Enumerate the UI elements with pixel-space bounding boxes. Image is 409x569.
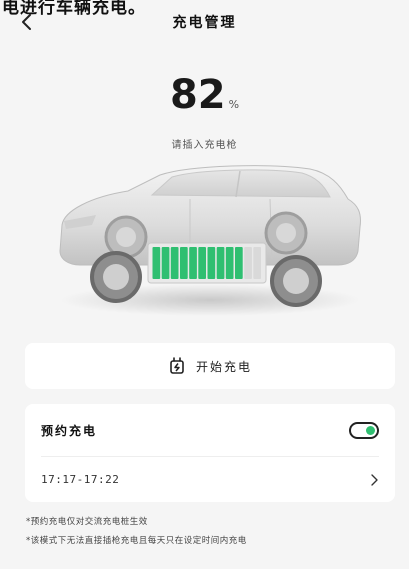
battery-cell <box>244 247 252 279</box>
chevron-right-icon <box>371 473 378 486</box>
scheduled-time-range: 17:17-17:22 <box>41 473 120 486</box>
scheduled-charging-title: 预约充电 <box>41 423 98 438</box>
toggle-knob <box>366 425 375 435</box>
battery-cell <box>180 247 188 279</box>
charging-status-text: 请插入充电枪 <box>171 140 238 151</box>
car-illustration <box>40 155 370 320</box>
scheduled-charging-header: 预约充电 <box>25 404 395 456</box>
battery-cell <box>198 247 206 279</box>
battery-cell <box>235 247 243 279</box>
battery-cell <box>216 247 225 279</box>
header: 充电管理 <box>0 8 409 36</box>
battery-cell <box>161 247 170 279</box>
start-charging-button[interactable]: 开始充电 <box>25 343 395 389</box>
battery-percent-value: 82 <box>169 72 226 118</box>
note-schedule-mode: *该模式下无法直接插枪充电且每天只在设定时间内充电 <box>26 536 247 546</box>
start-charging-label: 开始充电 <box>195 359 252 374</box>
battery-cell <box>152 247 161 279</box>
scheduled-charging-card: 预约充电 17:17-17:22 <box>25 404 395 502</box>
battery-cell <box>225 247 234 279</box>
scheduled-time-row[interactable]: 17:17-17:22 <box>25 457 395 502</box>
car-image <box>59 165 361 316</box>
scheduled-charging-toggle[interactable] <box>349 421 379 439</box>
battery-cell <box>207 247 216 279</box>
note-ac-only: *预约充电仅对交流充电桩生效 <box>26 517 148 527</box>
battery-cell <box>253 247 261 279</box>
charger-plug-icon <box>170 357 184 374</box>
battery-cell <box>189 247 197 279</box>
page-title: 充电管理 <box>172 15 237 31</box>
battery-cell <box>170 247 179 279</box>
battery-percent-unit: % <box>228 98 240 111</box>
battery-percent: 82 % <box>0 72 409 118</box>
charging-management-page: 电进行车辆充电。 充电管理 82 % 请插入充电枪 开始充电 预约充电 17:1… <box>0 0 409 569</box>
